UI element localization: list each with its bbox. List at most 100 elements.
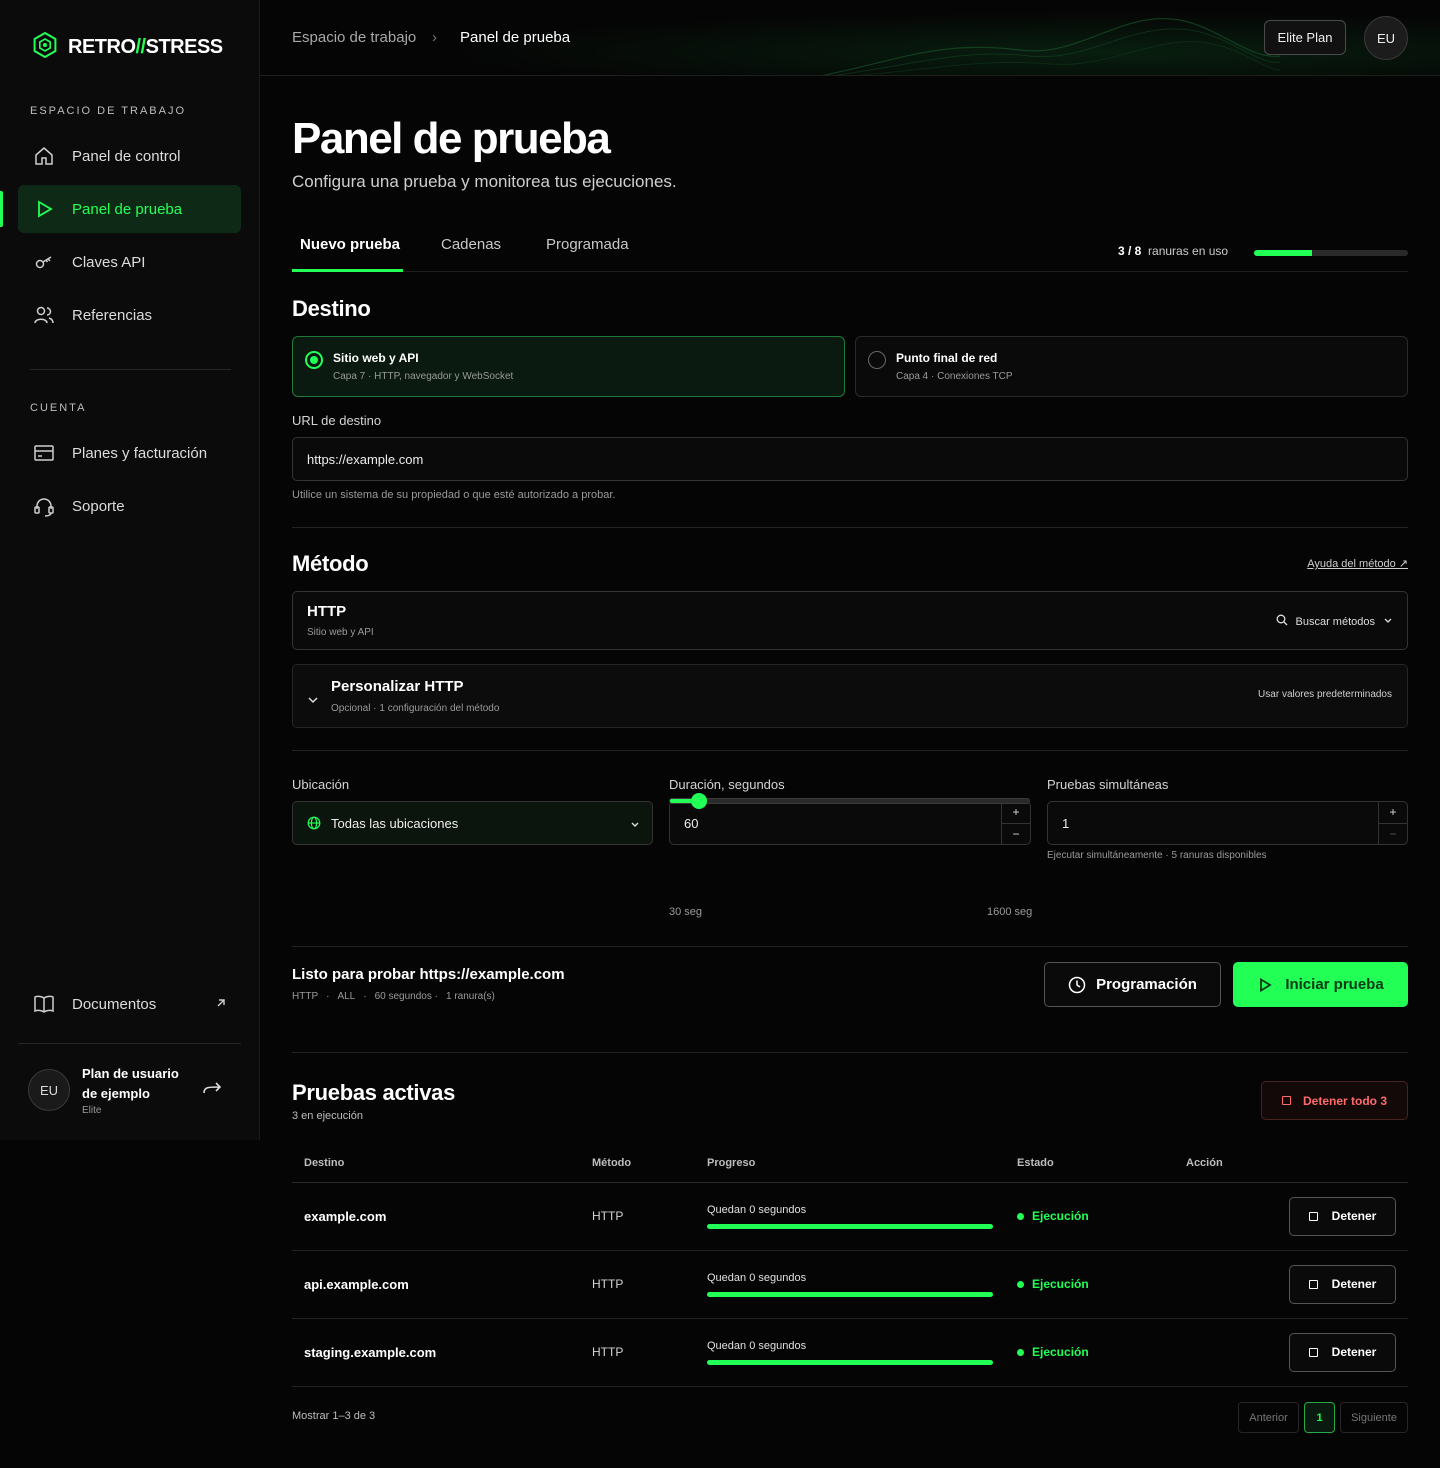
progress-bar <box>707 1223 993 1229</box>
active-tests-count: 3 en ejecución <box>292 1110 363 1122</box>
stop-button[interactable]: Detener <box>1289 1264 1396 1304</box>
pagination-page[interactable]: 1 <box>1304 1402 1335 1433</box>
plan-button[interactable]: Elite Plan <box>1264 20 1346 55</box>
destination-option-network[interactable]: Punto final de red Capa 4 · Conexiones T… <box>855 336 1408 397</box>
row-status: Ejecución <box>1005 1318 1174 1387</box>
sidebar-item-label: Referencias <box>72 306 153 324</box>
customize-method-panel[interactable]: Personalizar HTTP Opcional · 1 configura… <box>292 664 1408 728</box>
schedule-button[interactable]: Programación <box>1044 962 1221 1007</box>
status-dot-icon <box>1017 1212 1024 1220</box>
customize-title: Personalizar HTTP <box>331 678 464 695</box>
sidebar: RETRO//STRESS ESPACIO DE TRABAJO Panel d… <box>0 0 260 1140</box>
decrement-button[interactable]: − <box>1002 822 1030 845</box>
option-title: Punto final de red <box>896 351 998 365</box>
decorative-wave <box>821 18 1280 75</box>
stop-button[interactable]: Detener <box>1289 1332 1396 1372</box>
chevron-down-icon <box>307 693 319 711</box>
table-row: example.com HTTP Quedan 0 segundos Ejecu… <box>292 1182 1408 1251</box>
breadcrumb-root[interactable]: Espacio de trabajo <box>292 29 416 46</box>
sidebar-item-docs[interactable]: Documentos <box>18 980 241 1028</box>
increment-button[interactable]: + <box>1379 802 1407 823</box>
destination-option-web[interactable]: Sitio web y API Capa 7 · HTTP, navegador… <box>292 336 845 397</box>
decrement-button[interactable]: − <box>1379 822 1407 845</box>
row-method: HTTP <box>580 1182 695 1251</box>
duration-slider[interactable] <box>669 793 1030 809</box>
pagination-next[interactable]: Siguiente <box>1340 1402 1408 1433</box>
concurrent-stepper: + − <box>1378 802 1407 844</box>
topbar: Espacio de trabajo › Panel de prueba Eli… <box>260 0 1440 76</box>
slider-thumb[interactable] <box>690 793 707 809</box>
table-header-row: Destino Método Progreso Estado Acción <box>292 1144 1408 1183</box>
slots-usage: 3 / 8 ranuras en uso <box>1118 244 1229 258</box>
sidebar-item-label: Panel de prueba <box>72 200 183 218</box>
customize-sub: Opcional · 1 configuración del método <box>331 703 500 714</box>
tab-chains[interactable]: Cadenas <box>441 236 501 253</box>
key-icon <box>32 250 56 274</box>
section-divider <box>292 750 1408 751</box>
row-status: Ejecución <box>1005 1250 1174 1319</box>
active-nav-marker <box>0 191 3 227</box>
tab-new-test[interactable]: Nuevo prueba <box>300 236 400 253</box>
sidebar-item-support[interactable]: Soporte <box>18 482 241 530</box>
row-action: Detener <box>1174 1182 1408 1251</box>
row-action: Detener <box>1174 1250 1408 1319</box>
row-method: HTTP <box>580 1318 695 1387</box>
method-help-link[interactable]: Ayuda del método ↗ <box>1307 557 1408 570</box>
user-card[interactable]: EU Plan de usuario de ejemplo Elite <box>18 1043 241 1133</box>
row-action: Detener <box>1174 1318 1408 1387</box>
pagination-prev[interactable]: Anterior <box>1238 1402 1299 1433</box>
row-progress: Quedan 0 segundos <box>695 1182 1005 1251</box>
duration-max: 1600 seg <box>987 906 1033 918</box>
increment-button[interactable]: + <box>1002 802 1030 823</box>
pagination-summary: Mostrar 1–3 de 3 <box>292 1410 376 1422</box>
users-icon <box>32 303 56 327</box>
header-avatar[interactable]: EU <box>1364 16 1408 60</box>
status-dot-icon <box>1017 1348 1024 1356</box>
url-input[interactable]: https://example.com <box>292 437 1408 481</box>
row-host: api.example.com <box>292 1250 580 1319</box>
duration-stepper: + − <box>1001 802 1030 844</box>
concurrent-label: Pruebas simultáneas <box>1047 777 1169 792</box>
table-row: staging.example.com HTTP Quedan 0 segund… <box>292 1318 1408 1387</box>
method-heading: Método <box>292 551 369 576</box>
use-defaults-button[interactable]: Usar valores predeterminados <box>1258 689 1392 700</box>
book-icon <box>32 992 56 1016</box>
row-host: staging.example.com <box>292 1318 580 1387</box>
page-title: Panel de prueba <box>292 114 611 163</box>
location-select[interactable]: Todas las ubicaciones <box>292 801 653 845</box>
row-progress: Quedan 0 segundos <box>695 1318 1005 1387</box>
concurrent-input[interactable]: 1 + − <box>1047 801 1408 845</box>
avatar: EU <box>28 1069 70 1111</box>
row-progress: Quedan 0 segundos <box>695 1250 1005 1319</box>
play-icon <box>32 197 56 221</box>
duration-input[interactable]: 60 + − <box>669 801 1031 845</box>
headset-icon <box>32 494 56 518</box>
external-link-icon <box>215 996 227 1013</box>
row-status: Ejecución <box>1005 1182 1174 1251</box>
logout-icon[interactable] <box>202 1080 224 1103</box>
column-header: Destino <box>292 1144 580 1183</box>
stop-button[interactable]: Detener <box>1289 1196 1396 1236</box>
tab-scheduled[interactable]: Programada <box>546 236 629 253</box>
sidebar-item-dashboard[interactable]: Panel de control <box>18 132 241 180</box>
section-divider <box>292 1052 1408 1053</box>
tab-bar: Nuevo prueba Cadenas Programada 3 / 8 ra… <box>292 224 1408 272</box>
sidebar-item-label: Claves API <box>72 253 146 271</box>
sidebar-item-referrals[interactable]: Referencias <box>18 291 241 339</box>
breadcrumb-chevron-icon: › <box>432 29 437 46</box>
start-test-button[interactable]: Iniciar prueba <box>1233 962 1408 1007</box>
brand-logo[interactable]: RETRO//STRESS <box>32 31 223 63</box>
option-subtitle: Capa 7 · HTTP, navegador y WebSocket <box>333 371 514 382</box>
billing-icon <box>32 441 56 465</box>
breadcrumb-current: Panel de prueba <box>460 29 571 46</box>
stop-all-button[interactable]: Detener todo 3 <box>1261 1081 1408 1120</box>
method-search[interactable]: Buscar métodos <box>1276 614 1393 629</box>
logo-icon <box>32 31 58 63</box>
option-title: Sitio web y API <box>333 351 419 365</box>
sidebar-item-api-keys[interactable]: Claves API <box>18 238 241 286</box>
sidebar-item-test-panel[interactable]: Panel de prueba <box>18 185 241 233</box>
section-divider <box>292 527 1408 528</box>
method-selector[interactable]: HTTP Sitio web y API Buscar métodos <box>292 591 1408 650</box>
user-name: Plan de usuario de ejemplo <box>82 1066 179 1101</box>
sidebar-item-billing[interactable]: Planes y facturación <box>18 429 241 477</box>
